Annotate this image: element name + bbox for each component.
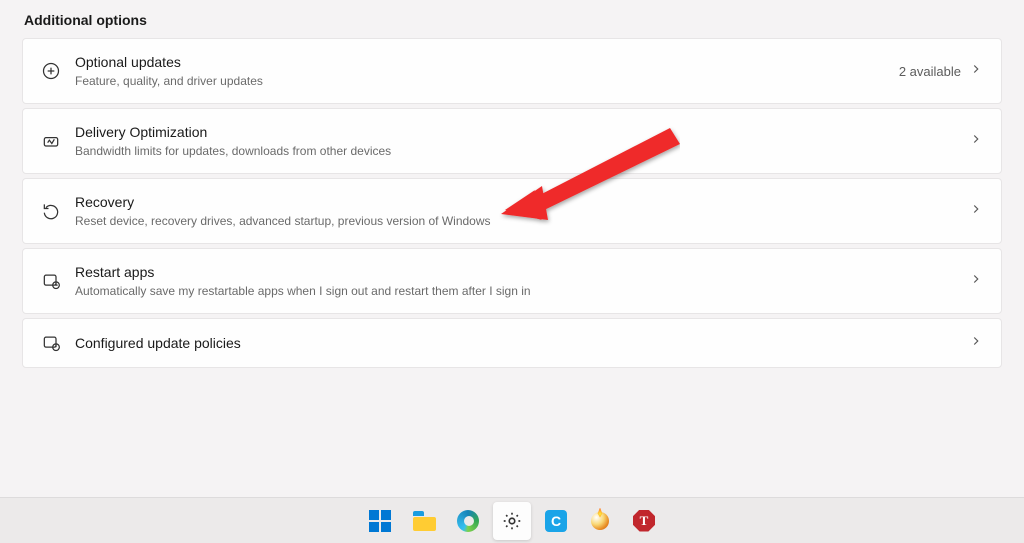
item-title: Optional updates <box>75 53 899 72</box>
item-restart-apps[interactable]: Restart apps Automatically save my resta… <box>22 248 1002 314</box>
restart-apps-icon <box>37 271 65 291</box>
letter-c-icon: C <box>545 510 567 532</box>
item-title: Restart apps <box>75 263 969 282</box>
taskbar-start-button[interactable] <box>361 502 399 540</box>
taskbar-app-fire[interactable] <box>581 502 619 540</box>
file-explorer-icon <box>413 511 436 531</box>
plus-circle-icon <box>37 61 65 81</box>
chevron-right-icon <box>969 132 983 151</box>
item-title: Recovery <box>75 193 969 212</box>
taskbar-app-t[interactable]: T <box>625 502 663 540</box>
item-optional-updates[interactable]: Optional updates Feature, quality, and d… <box>22 38 1002 104</box>
stopsign-t-icon: T <box>633 510 655 532</box>
item-delivery-optimization[interactable]: Delivery Optimization Bandwidth limits f… <box>22 108 1002 174</box>
chevron-right-icon <box>969 334 983 353</box>
item-sub: Reset device, recovery drives, advanced … <box>75 213 969 229</box>
section-title: Additional options <box>24 12 1002 28</box>
taskbar-edge[interactable] <box>449 502 487 540</box>
taskbar: C T <box>0 497 1024 543</box>
recovery-icon <box>37 201 65 221</box>
item-title: Delivery Optimization <box>75 123 969 142</box>
fire-ball-icon <box>589 510 611 532</box>
chevron-right-icon <box>969 272 983 291</box>
item-configured-update-policies[interactable]: Configured update policies <box>22 318 1002 368</box>
item-extra-text: 2 available <box>899 64 961 79</box>
gear-icon <box>501 510 523 532</box>
chevron-right-icon <box>969 202 983 221</box>
chevron-right-icon <box>969 62 983 81</box>
item-title: Configured update policies <box>75 334 969 353</box>
taskbar-app-c[interactable]: C <box>537 502 575 540</box>
item-sub: Feature, quality, and driver updates <box>75 73 899 89</box>
taskbar-file-explorer[interactable] <box>405 502 443 540</box>
policy-icon <box>37 333 65 353</box>
item-sub: Automatically save my restartable apps w… <box>75 283 969 299</box>
edge-icon <box>457 510 479 532</box>
taskbar-settings[interactable] <box>493 502 531 540</box>
gauge-icon <box>37 131 65 151</box>
item-recovery[interactable]: Recovery Reset device, recovery drives, … <box>22 178 1002 244</box>
item-sub: Bandwidth limits for updates, downloads … <box>75 143 969 159</box>
windows-logo-icon <box>369 510 391 532</box>
